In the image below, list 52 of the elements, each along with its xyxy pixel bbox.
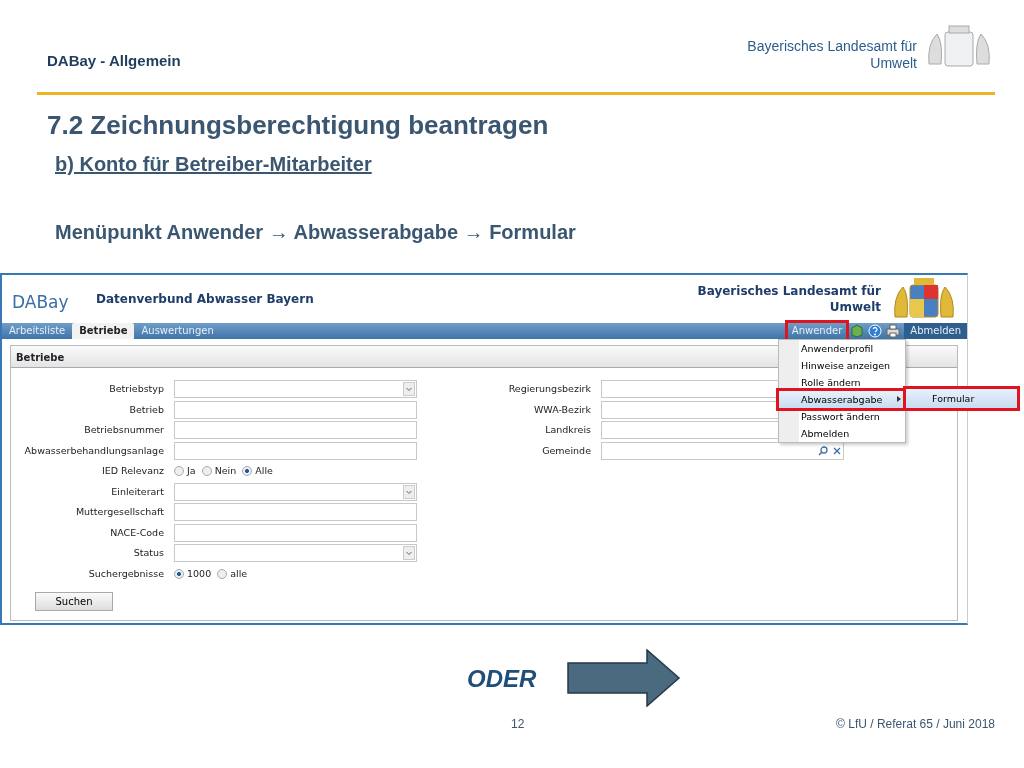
callout-text: ODER [467, 664, 537, 695]
field-label: WWA-Bezirk [532, 402, 591, 417]
organization-name: Bayerisches Landesamt für Umwelt [697, 283, 881, 316]
copyright-text: © LfU / Referat 65 / Juni 2018 [836, 716, 995, 734]
field-label: Suchergebnisse [87, 566, 164, 581]
field-label: Landkreis [544, 423, 591, 438]
radio-option[interactable]: Alle [242, 464, 273, 479]
clear-icon [832, 445, 842, 456]
field-label: Abwasserbehandlungsanlage [23, 443, 164, 458]
input-field[interactable] [174, 421, 417, 440]
section-title: DABay - Allgemein [47, 50, 181, 71]
input-field[interactable] [601, 441, 844, 460]
search-button[interactable]: Suchen [35, 592, 113, 612]
menu-item[interactable]: Rolle ändern [779, 374, 905, 392]
logout-button[interactable]: Abmelden [904, 323, 967, 340]
app-logo: DABay [12, 291, 70, 315]
field-label: Muttergesellschaft [74, 505, 164, 520]
select-field[interactable] [174, 482, 417, 501]
select-field[interactable] [174, 380, 417, 399]
search-icon [818, 445, 828, 456]
menu-item[interactable]: Hinweise anzeigen [779, 357, 905, 375]
menu-item[interactable]: Abwasserabgabe [779, 391, 905, 409]
field-label: Betriebstyp [108, 382, 164, 397]
menu-item[interactable]: Formular [906, 389, 1017, 409]
radio-option[interactable]: alle [217, 566, 248, 582]
menu-item[interactable]: Anwenderprofil [779, 340, 905, 358]
right-arrow-icon [567, 649, 681, 708]
field-label: Betrieb [128, 402, 164, 417]
instruction-text: Menüpunkt Anwender → Abwasserabgabe → Formular [55, 220, 576, 246]
field-label: Gemeinde [541, 443, 591, 458]
input-field[interactable] [174, 503, 417, 522]
app-title: Datenverbund Abwasser Bayern [96, 291, 314, 309]
radio-option[interactable]: Ja [174, 464, 196, 479]
radio-option[interactable]: 1000 [174, 566, 212, 582]
slide-title: 7.2 Zeichnungsberechtigung beantragen [47, 110, 550, 142]
field-label: Einleiterart [110, 484, 164, 499]
field-label: Regierungsbezirk [507, 382, 591, 397]
menu-item[interactable]: Passwort ändern [779, 408, 905, 426]
input-field[interactable] [174, 400, 417, 419]
page-number: 12 [511, 716, 525, 734]
nav-tab[interactable]: Betriebe [72, 323, 135, 340]
menu-item[interactable]: Abmelden [779, 425, 905, 443]
organization-name: Bayerisches Landesamt für Umwelt [747, 38, 917, 72]
input-field[interactable] [174, 523, 417, 542]
slide-subtitle: b) Konto für Betreiber-Mitarbeiter [55, 152, 372, 178]
field-label: IED Relevanz [100, 464, 164, 479]
select-field[interactable] [174, 544, 417, 563]
radio-option[interactable]: Nein [201, 464, 237, 479]
field-label: Status [132, 546, 164, 561]
field-label: Betriebsnummer [83, 423, 164, 438]
field-label: NACE-Code [109, 525, 164, 540]
input-field[interactable] [174, 441, 417, 460]
